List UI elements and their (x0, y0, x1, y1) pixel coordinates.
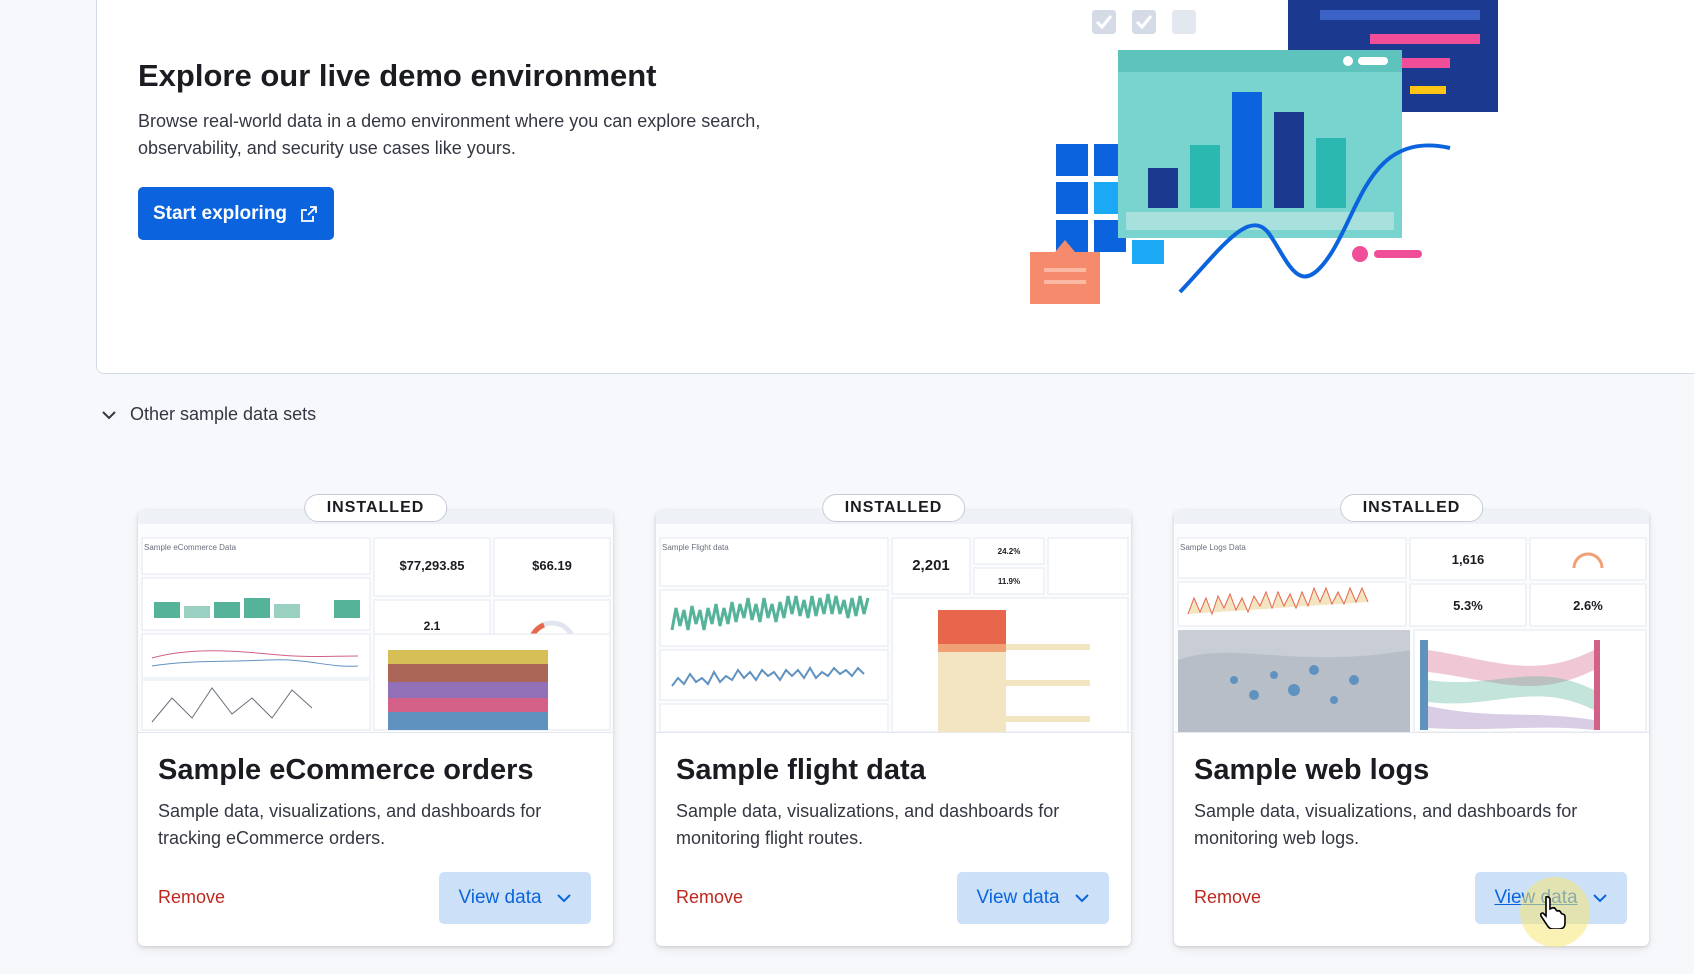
sample-card-flights: Sample Flight data 2,201 24.2% 11.9% INS… (656, 494, 1131, 946)
chevron-down-icon (556, 894, 571, 903)
thumb-stat-revenue: $77,293.85 (399, 558, 464, 573)
chevron-down-icon (1592, 894, 1607, 903)
external-link-icon (301, 205, 317, 222)
chevron-down-icon (102, 410, 116, 419)
chevron-down-icon (1074, 894, 1089, 903)
start-exploring-label: Start exploring (152, 202, 288, 224)
other-sample-data-label: Other sample data sets (130, 404, 317, 424)
start-exploring-button[interactable]: Start exploring (138, 187, 334, 240)
thumb-header: Sample Logs Data (1180, 543, 1246, 552)
thumb-stat-4xx: 5.3% (1453, 598, 1483, 613)
card-title: Sample web logs (1194, 754, 1430, 786)
thumb-stat-visits: 1,616 (1452, 552, 1485, 567)
card-title: Sample flight data (676, 754, 926, 786)
thumb-stat-flights: 2,201 (912, 557, 950, 574)
ecommerce-dashboard-thumbnail: Sample eCommerce Data $77,293.85 $66.19 … (138, 510, 613, 733)
other-sample-data-toggle[interactable]: Other sample data sets (100, 404, 316, 425)
installed-badge: INSTALLED (1339, 494, 1484, 522)
card-description: Sample data, visualizations, and dashboa… (1194, 801, 1578, 848)
view-data-label: View data (458, 887, 542, 908)
remove-button[interactable]: Remove (158, 887, 225, 908)
thumb-stat-5xx: 2.6% (1573, 598, 1603, 613)
flights-dashboard-thumbnail: Sample Flight data 2,201 24.2% 11.9% (656, 510, 1131, 733)
thumb-header: Sample Flight data (662, 543, 729, 552)
thumb-stat-avg: 2.1 (424, 619, 441, 633)
installed-badge: INSTALLED (821, 494, 966, 522)
demo-illustration (1030, 0, 1498, 304)
view-data-button[interactable]: View data (957, 872, 1109, 924)
demo-title: Explore our live demo environment (138, 58, 657, 93)
thumb-stat-cancelled: 11.9% (998, 577, 1020, 586)
thumb-stat-delayed: 24.2% (998, 547, 1021, 556)
demo-description: Browse real-world data in a demo environ… (138, 111, 761, 158)
sample-card-web-logs: Sample Logs Data 1,616 5.3% 2.6% INSTALL… (1174, 494, 1649, 946)
remove-button[interactable]: Remove (676, 887, 743, 908)
hand-pointer-icon (1539, 895, 1566, 929)
remove-button[interactable]: Remove (1194, 887, 1261, 908)
sample-card-ecommerce: Sample eCommerce Data $77,293.85 $66.19 … (138, 494, 613, 946)
card-description: Sample data, visualizations, and dashboa… (158, 801, 542, 848)
installed-badge: INSTALLED (303, 494, 448, 522)
thumb-header: Sample eCommerce Data (144, 543, 237, 552)
card-title: Sample eCommerce orders (158, 754, 534, 786)
view-data-label: View data (976, 887, 1060, 908)
card-description: Sample data, visualizations, and dashboa… (676, 801, 1060, 848)
thumb-stat-median: $66.19 (532, 558, 572, 573)
web-logs-dashboard-thumbnail: Sample Logs Data 1,616 5.3% 2.6% (1174, 510, 1649, 733)
view-data-button[interactable]: View data (439, 872, 591, 924)
